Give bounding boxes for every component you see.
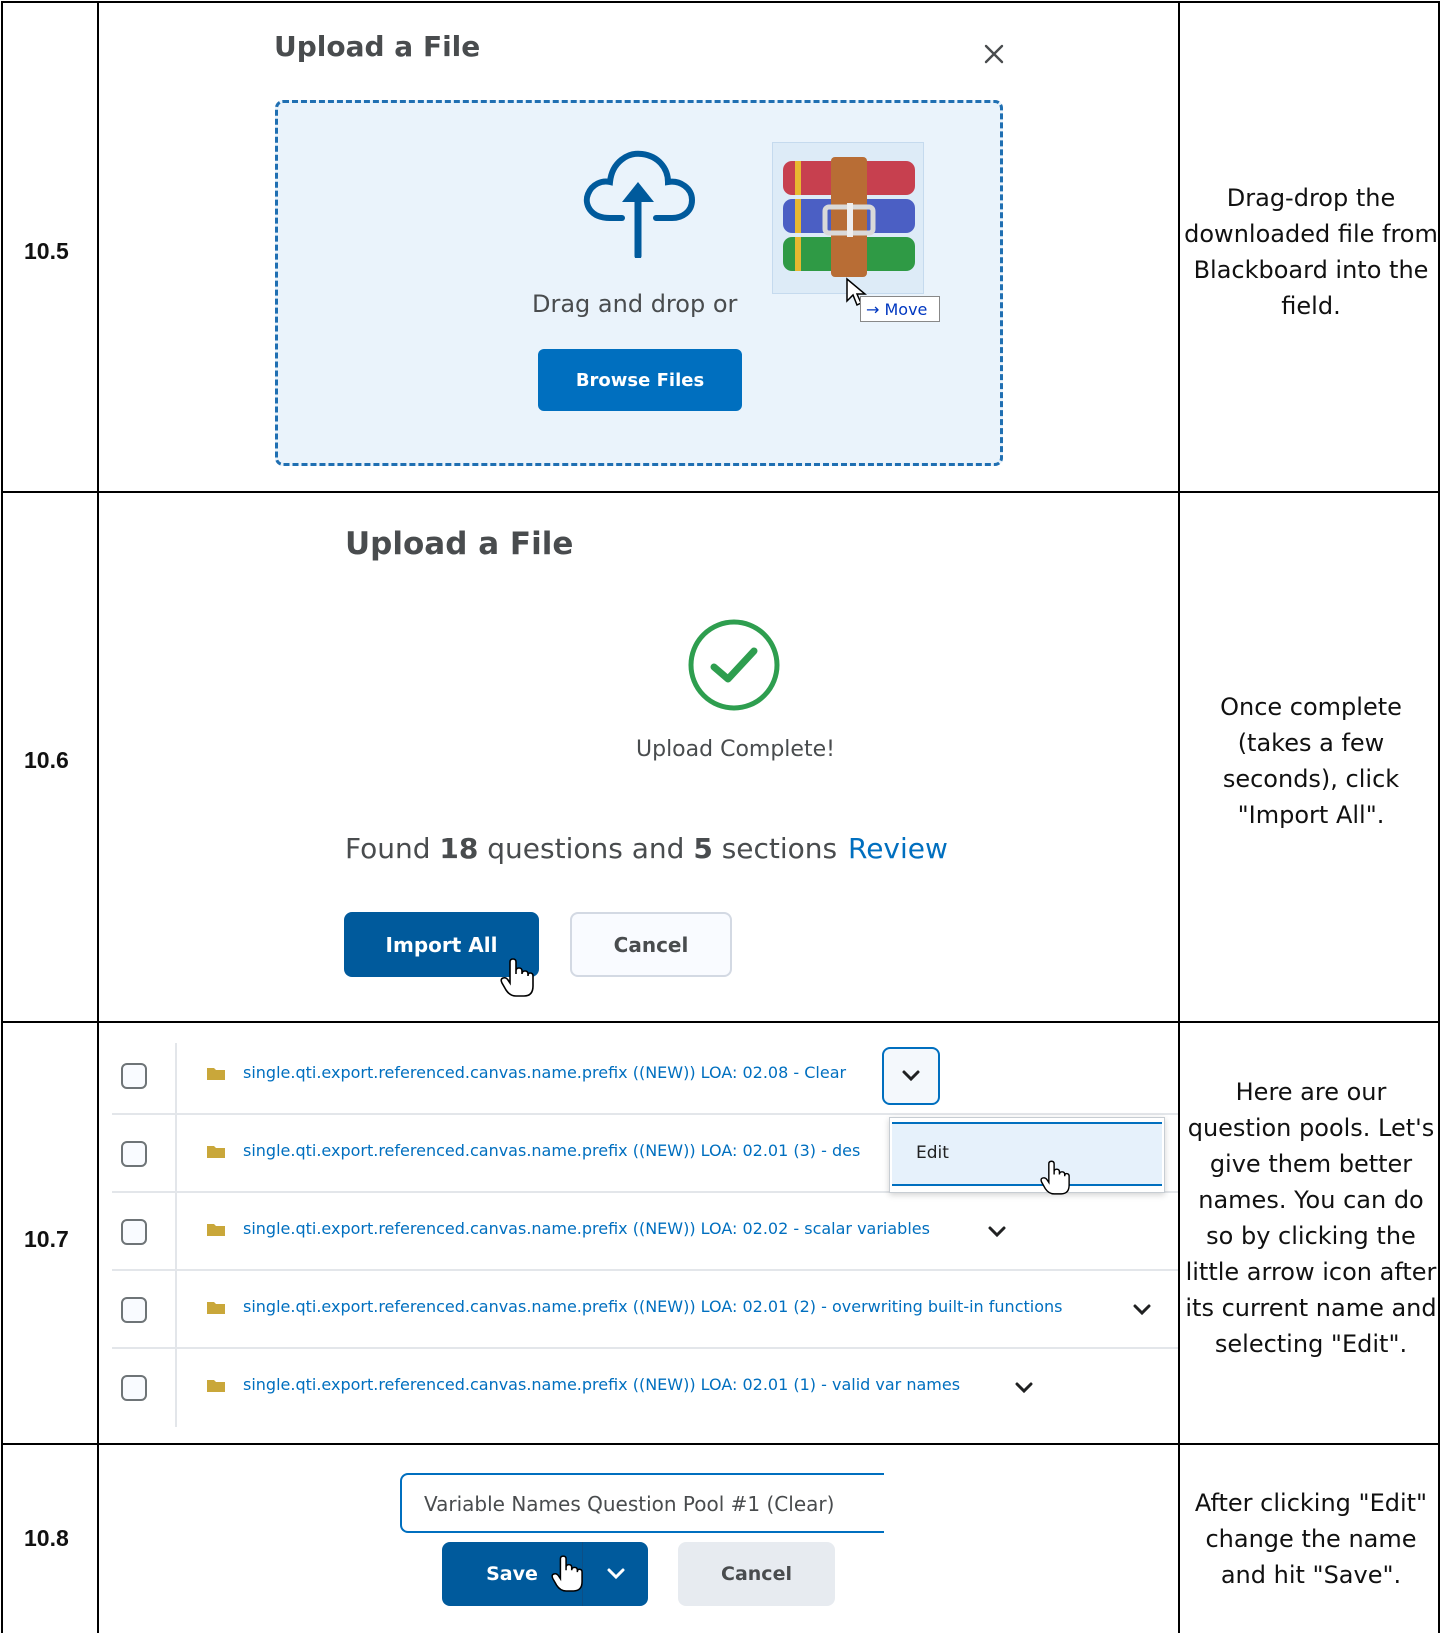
- pool-checkbox[interactable]: [121, 1375, 147, 1401]
- folder-icon: [207, 1301, 225, 1314]
- move-tooltip: → Move: [860, 296, 940, 322]
- check-circle-icon: [686, 617, 782, 713]
- dialog-title: Upload a File: [345, 526, 574, 562]
- question-count: 18: [439, 832, 479, 865]
- column-divider: [97, 1, 99, 1633]
- upload-cloud-icon: [580, 146, 696, 260]
- drag-drop-text: Drag and drop or: [532, 290, 738, 318]
- save-options-toggle[interactable]: [583, 1542, 648, 1606]
- step-number: 10.8: [24, 1525, 69, 1551]
- pool-name-link[interactable]: single.qti.export.referenced.canvas.name…: [243, 1219, 930, 1238]
- step-number: 10.7: [24, 1226, 69, 1252]
- found-prefix: Found: [345, 832, 440, 865]
- pool-name-link[interactable]: single.qti.export.referenced.canvas.name…: [243, 1297, 1123, 1316]
- found-summary: Found 18 questions and 5 sections: [345, 832, 837, 865]
- folder-icon: [207, 1379, 225, 1392]
- chevron-down-icon: [902, 1070, 920, 1082]
- pool-dropdown-menu: Edit: [889, 1117, 1165, 1193]
- pool-row: single.qti.export.referenced.canvas.name…: [112, 1271, 1178, 1349]
- found-suffix: sections: [712, 832, 838, 865]
- row-divider: [1, 1021, 1440, 1023]
- chevron-down-icon[interactable]: [1132, 1303, 1152, 1317]
- table-border-left: [1, 1, 3, 1633]
- hand-cursor-icon: [500, 958, 534, 998]
- chevron-down-icon[interactable]: [1014, 1381, 1034, 1395]
- step-note: Here are our question pools. Let's give …: [1185, 1078, 1437, 1358]
- found-middle: questions and: [478, 832, 694, 865]
- review-link[interactable]: Review: [848, 832, 948, 865]
- row-divider: [1, 1443, 1440, 1445]
- row-divider: [1, 491, 1440, 493]
- table-border-top: [1, 1, 1440, 3]
- pool-menu-button[interactable]: [882, 1047, 940, 1105]
- save-split-button: Save: [442, 1542, 648, 1606]
- step-note: Drag-drop the downloaded file from Black…: [1184, 184, 1438, 320]
- section-count: 5: [693, 832, 713, 865]
- pool-checkbox[interactable]: [121, 1297, 147, 1323]
- pool-checkbox[interactable]: [121, 1141, 147, 1167]
- folder-icon: [207, 1223, 225, 1236]
- pool-row: single.qti.export.referenced.canvas.name…: [112, 1349, 1178, 1427]
- hand-cursor-icon: [1040, 1160, 1070, 1196]
- upload-status-text: Upload Complete!: [636, 737, 835, 762]
- chevron-down-icon: [607, 1568, 624, 1580]
- pool-name-input[interactable]: Variable Names Question Pool #1 (Clear): [400, 1473, 884, 1533]
- pool-checkbox[interactable]: [121, 1219, 147, 1245]
- hand-cursor-icon: [551, 1555, 583, 1593]
- folder-icon: [207, 1145, 225, 1158]
- pool-name-link[interactable]: single.qti.export.referenced.canvas.name…: [243, 1063, 991, 1082]
- pool-name-link[interactable]: single.qti.export.referenced.canvas.name…: [243, 1141, 991, 1160]
- close-icon[interactable]: [982, 42, 1006, 66]
- pool-name-value: Variable Names Question Pool #1 (Clear): [424, 1492, 835, 1516]
- step-note: After clicking "Edit" change the name an…: [1194, 1489, 1428, 1589]
- step-number: 10.5: [24, 238, 69, 264]
- pool-checkbox[interactable]: [121, 1063, 147, 1089]
- cancel-button[interactable]: Cancel: [570, 912, 732, 977]
- menu-item-edit[interactable]: Edit: [892, 1122, 1162, 1186]
- pool-row: single.qti.export.referenced.canvas.name…: [112, 1037, 1178, 1115]
- pool-name-link[interactable]: single.qti.export.referenced.canvas.name…: [243, 1375, 960, 1394]
- folder-icon: [207, 1067, 225, 1080]
- cancel-button[interactable]: Cancel: [678, 1542, 835, 1606]
- menu-item-edit-label: Edit: [916, 1143, 949, 1163]
- column-divider: [1178, 1, 1180, 1633]
- step-note: Once complete (takes a few seconds), cli…: [1220, 693, 1402, 829]
- browse-files-button[interactable]: Browse Files: [538, 349, 742, 411]
- step-number: 10.6: [24, 747, 69, 773]
- chevron-down-icon[interactable]: [987, 1225, 1007, 1239]
- pool-row: single.qti.export.referenced.canvas.name…: [112, 1193, 1178, 1271]
- dialog-title: Upload a File: [274, 30, 481, 63]
- dragged-file-icon: [772, 142, 924, 294]
